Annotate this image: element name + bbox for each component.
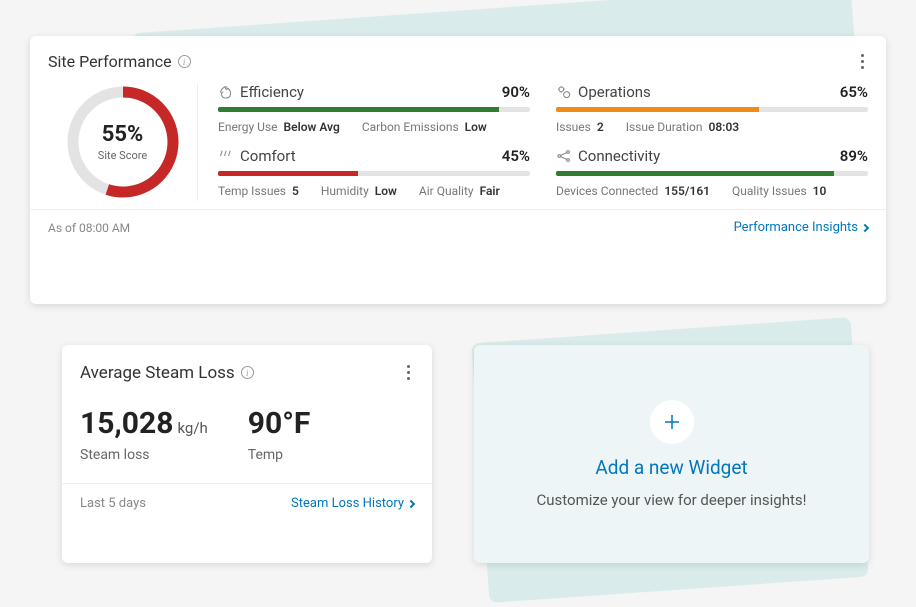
steam-range: Last 5 days (80, 496, 146, 511)
stat-value: Low (465, 120, 487, 134)
steam-loss-unit: kg/h (177, 419, 207, 437)
metric-stat: Air Quality Fair (419, 184, 500, 198)
steam-loss-history-link[interactable]: Steam Loss History (291, 496, 414, 511)
steam-loss-card: Average Steam Loss i 15,028kg/h Steam lo… (62, 345, 432, 563)
add-widget-subtitle: Customize your view for deeper insights! (536, 491, 806, 509)
metric-efficiency: Efficiency 90% Energy Use Below Avg Carbon E… (218, 83, 530, 137)
stat-label: Air Quality (419, 184, 474, 198)
operations-icon (556, 84, 572, 100)
stat-value: 2 (597, 120, 604, 134)
steam-loss-value-block: 15,028kg/h Steam loss (80, 406, 208, 463)
metric-progress-bar (218, 171, 530, 176)
stat-label: Issue Duration (626, 120, 703, 134)
stat-label: Devices Connected (556, 184, 658, 198)
metric-stats: Issues 2 Issue Duration 08:03 (556, 120, 868, 134)
add-widget-title: Add a new Widget (595, 456, 747, 479)
metric-name: Connectivity (578, 147, 660, 165)
chevron-right-icon (861, 223, 869, 231)
more-menu-button[interactable] (403, 361, 414, 384)
steam-loss-history-label: Steam Loss History (291, 496, 404, 511)
metric-stat: Quality Issues 10 (732, 184, 826, 198)
metric-percent: 65% (840, 83, 868, 101)
metric-stat: Issues 2 (556, 120, 604, 134)
stat-label: Carbon Emissions (362, 120, 459, 134)
stat-value: 10 (813, 184, 827, 198)
metric-stat: Issue Duration 08:03 (626, 120, 739, 134)
stat-value: Fair (480, 184, 500, 198)
site-score-label: Site Score (98, 149, 147, 162)
plus-icon (650, 400, 694, 444)
stat-value: 5 (292, 184, 299, 198)
performance-insights-label: Performance Insights (734, 220, 858, 235)
efficiency-icon (218, 84, 234, 100)
add-widget-card[interactable]: Add a new Widget Customize your view for… (474, 345, 869, 563)
temp-value-block: 90°F Temp (248, 406, 311, 463)
stat-label: Temp Issues (218, 184, 286, 198)
site-score-value: 55% (102, 122, 144, 147)
as-of-timestamp: As of 08:00 AM (48, 221, 130, 235)
steam-loss-label: Steam loss (80, 447, 208, 463)
metric-percent: 90% (502, 83, 530, 101)
site-performance-title: Site Performance (48, 52, 172, 71)
comfort-icon (218, 148, 234, 164)
metric-stats: Energy Use Below Avg Carbon Emissions Low (218, 120, 530, 134)
metric-stat: Humidity Low (321, 184, 397, 198)
temp-label: Temp (248, 447, 311, 463)
stat-label: Quality Issues (732, 184, 807, 198)
metric-percent: 89% (840, 147, 868, 165)
metric-stat: Energy Use Below Avg (218, 120, 340, 134)
metric-name: Efficiency (240, 83, 304, 101)
site-score-gauge: 55% Site Score (48, 83, 198, 201)
chevron-right-icon (407, 499, 415, 507)
metric-name: Operations (578, 83, 651, 101)
info-icon[interactable]: i (178, 55, 191, 68)
stat-value: Below Avg (284, 120, 340, 134)
stat-label: Humidity (321, 184, 369, 198)
stat-value: 08:03 (708, 120, 739, 134)
metric-name: Comfort (240, 147, 296, 165)
steam-loss-value: 15,028 (80, 406, 173, 441)
metric-comfort: Comfort 45% Temp Issues 5 Humidity Low Air Qua… (218, 147, 530, 201)
metric-stat: Devices Connected 155/161 (556, 184, 710, 198)
metric-stats: Temp Issues 5 Humidity Low Air Quality Fair (218, 184, 530, 198)
stat-label: Issues (556, 120, 591, 134)
metric-stat: Temp Issues 5 (218, 184, 299, 198)
metric-stats: Devices Connected 155/161 Quality Issues 10 (556, 184, 868, 198)
metric-percent: 45% (502, 147, 530, 165)
info-icon[interactable]: i (241, 366, 254, 379)
metric-operations: Operations 65% Issues 2 Issue Duration 08:03 (556, 83, 868, 137)
stat-label: Energy Use (218, 120, 278, 134)
more-menu-button[interactable] (857, 50, 868, 73)
metric-progress-bar (556, 171, 868, 176)
stat-value: Low (375, 184, 397, 198)
metric-connectivity: Connectivity 89% Devices Connected 155/161 Q… (556, 147, 868, 201)
steam-loss-title: Average Steam Loss (80, 363, 235, 383)
temp-value: 90°F (248, 406, 311, 441)
stat-value: 155/161 (664, 184, 710, 198)
metric-stat: Carbon Emissions Low (362, 120, 487, 134)
metric-progress-bar (556, 107, 868, 112)
metric-progress-bar (218, 107, 530, 112)
connectivity-icon (556, 148, 572, 164)
site-performance-card: Site Performance i 55% Site Score Effici… (30, 36, 886, 304)
performance-insights-link[interactable]: Performance Insights (734, 220, 868, 235)
